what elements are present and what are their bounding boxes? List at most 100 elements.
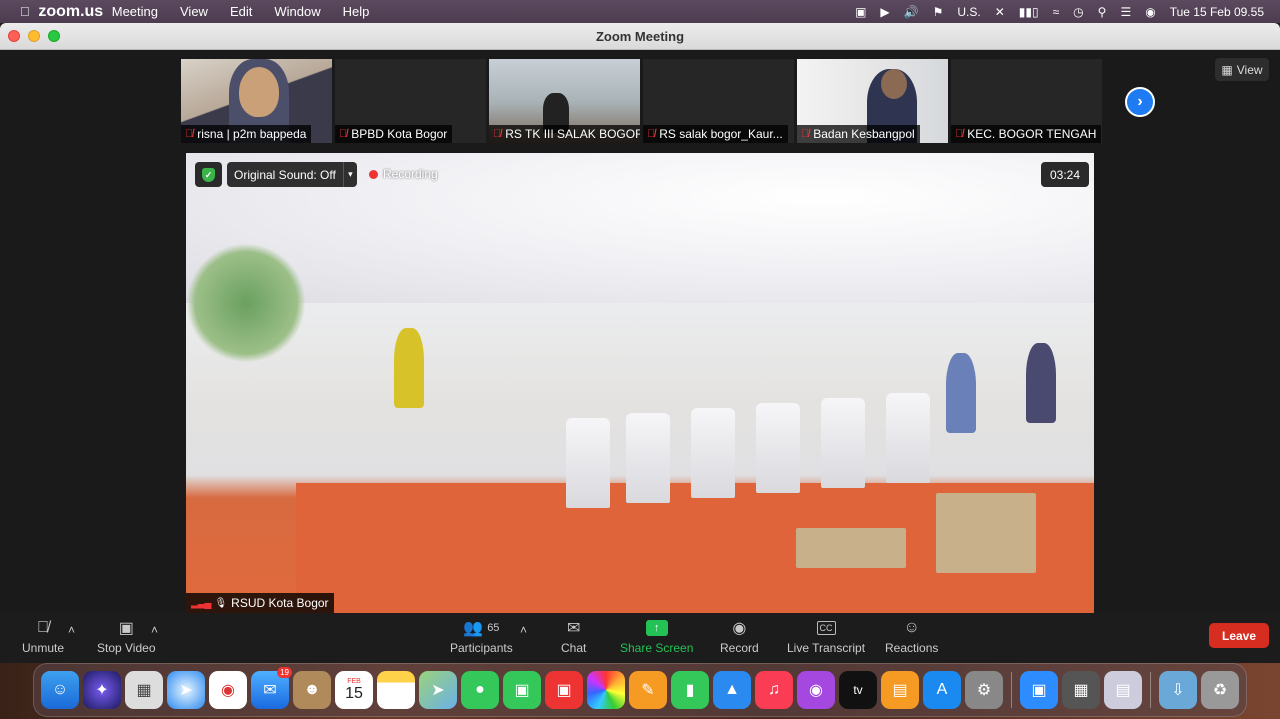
participant-tile[interactable]: 🎙̸ risna | p2m bappeda [181,59,332,143]
view-button[interactable]: ▦ View [1215,58,1269,81]
preview-icon[interactable]: ▤ [1104,671,1142,709]
menu-meeting[interactable]: Meeting [112,4,158,19]
stop-video-button[interactable]: ▣ Stop Video [97,619,156,655]
flag-icon[interactable]: ⚑ [933,5,944,19]
participant-name: BPBD Kota Bogor [351,127,448,141]
zoom-icon[interactable]: ▣ [1020,671,1058,709]
menu-clock[interactable]: Tue 15 Feb 09.55 [1170,5,1264,19]
mic-muted-icon: 🎙 [214,597,228,609]
menu-edit[interactable]: Edit [230,4,252,19]
video-scene-tree [186,243,306,363]
participant-tile[interactable]: 🎙̸ Badan Kesbangpol [797,59,948,143]
calendar-month: FEB [347,677,361,685]
reactions-label: Reactions [885,641,939,655]
closed-caption-icon: CC [816,619,836,637]
menu-view[interactable]: View [180,4,208,19]
calendar-icon[interactable]: FEB 15 [335,671,373,709]
menu-help[interactable]: Help [343,4,370,19]
wifi-icon[interactable]: ≈ [1053,5,1060,19]
battery-icon[interactable]: ▮▮▯ [1019,5,1039,19]
share-screen-button[interactable]: ↑ Share Screen [620,619,693,655]
play-icon[interactable]: ▶ [880,5,889,19]
security-shield-button[interactable]: ✓ [195,162,222,187]
record-button[interactable]: ◉ Record [720,619,759,655]
original-sound-dropdown[interactable]: ▾ [342,162,357,187]
facetime-icon[interactable]: ▣ [503,671,541,709]
dock-separator [1150,672,1151,708]
participant-name: Badan Kesbangpol [813,127,915,141]
podcasts-icon[interactable]: ◉ [797,671,835,709]
participants-button[interactable]: 👥 65 Participants [450,619,513,655]
keynote-icon[interactable]: ▲ [713,671,751,709]
music-icon[interactable]: ♫ [755,671,793,709]
share-screen-label: Share Screen [620,641,694,655]
unmute-label: Unmute [22,641,65,655]
participant-name-tag: 🎙̸ Badan Kesbangpol [797,125,920,143]
video-scene-table [796,528,906,568]
leave-button[interactable]: Leave [1209,623,1269,648]
audio-options-caret[interactable]: ˄ [68,623,75,637]
live-transcript-button[interactable]: CC Live Transcript [787,619,865,655]
notes-icon[interactable] [377,671,415,709]
record-icon: ◉ [732,620,747,637]
apple-tv-icon[interactable]: tv [839,671,877,709]
fullscreen-window-button[interactable] [48,30,60,42]
stop-video-label: Stop Video [97,641,156,655]
spotlight-search-icon[interactable]: ⚲ [1098,5,1107,19]
participant-name-tag: 🎙̸ risna | p2m bappeda [181,125,312,143]
downloads-folder-icon[interactable]: ⇩ [1159,671,1197,709]
menu-window[interactable]: Window [274,4,320,19]
finder-icon[interactable]: ☺ [41,671,79,709]
system-preferences-icon[interactable]: ⚙ [965,671,1003,709]
minimize-window-button[interactable] [28,30,40,42]
active-speaker-video[interactable]: ✓ Original Sound: Off ▾ Recording 03:24 … [186,153,1094,613]
original-sound-label: Original Sound: Off [234,167,336,182]
pages-icon[interactable]: ✎ [629,671,667,709]
photo-booth-icon[interactable]: ▣ [545,671,583,709]
participants-options-caret[interactable]: ˄ [520,623,527,637]
chrome-icon[interactable]: ◉ [209,671,247,709]
safari-icon[interactable]: ➤ [167,671,205,709]
participant-tile[interactable]: 🎙̸ RS salak bogor_Kaur... [643,59,794,143]
time-machine-icon[interactable]: ◷ [1073,5,1083,19]
next-page-button[interactable]: › [1125,87,1155,117]
numbers-icon[interactable]: ▮ [671,671,709,709]
signal-bars-icon: ▂▃▄ [191,597,211,609]
bluetooth-off-icon[interactable]: ✕ [995,5,1005,19]
apple-icon[interactable]:  [20,4,30,19]
participant-tile[interactable]: 🎙̸ BPBD Kota Bogor [335,59,486,143]
participant-name: risna | p2m bappeda [197,127,307,141]
calculator-icon[interactable]: ▦ [1062,671,1100,709]
video-scene-chair [886,393,930,483]
maps-icon[interactable]: ➤ [419,671,457,709]
app-store-icon[interactable]: A [923,671,961,709]
trash-icon[interactable]: ♻ [1201,671,1239,709]
participant-tile[interactable]: 🎙̸ KEC. BOGOR TENGAH [951,59,1102,143]
launchpad-icon[interactable]: ▦ [125,671,163,709]
messages-icon[interactable]: ● [461,671,499,709]
mail-icon[interactable]: ✉ 19 [251,667,292,709]
recording-indicator: Recording [369,167,438,181]
dock-separator [1011,672,1012,708]
mic-muted-icon: 🎙̸ [185,128,194,140]
volume-icon[interactable]: 🔊 [904,5,919,19]
books-icon[interactable]: ▤ [881,671,919,709]
siri-icon[interactable]: ◉ [1145,5,1155,19]
chat-button[interactable]: ✉ Chat [561,619,586,655]
video-options-caret[interactable]: ˄ [151,623,158,637]
control-center-icon[interactable]: ☰ [1120,5,1131,19]
close-window-button[interactable] [8,30,20,42]
original-sound-toggle[interactable]: Original Sound: Off ▾ [227,162,357,187]
zoom-status-icon[interactable]: ▣ [855,5,866,19]
video-scene-chair [566,418,610,508]
unmute-button[interactable]: 🎙̸ Unmute [22,619,64,655]
reactions-button[interactable]: ☺ Reactions [885,619,938,655]
photos-icon[interactable] [587,671,625,709]
contacts-icon[interactable]: ☻ [293,671,331,709]
participant-tile[interactable]: 🎙̸ RS TK III SALAK BOGOR [489,59,640,143]
siri-icon[interactable]: ✦ [83,671,121,709]
mic-muted-icon: 🎙̸ [37,619,50,636]
chat-label: Chat [561,641,587,655]
participant-name-tag: 🎙̸ KEC. BOGOR TENGAH [951,125,1102,143]
input-source-label[interactable]: U.S. [957,5,980,19]
